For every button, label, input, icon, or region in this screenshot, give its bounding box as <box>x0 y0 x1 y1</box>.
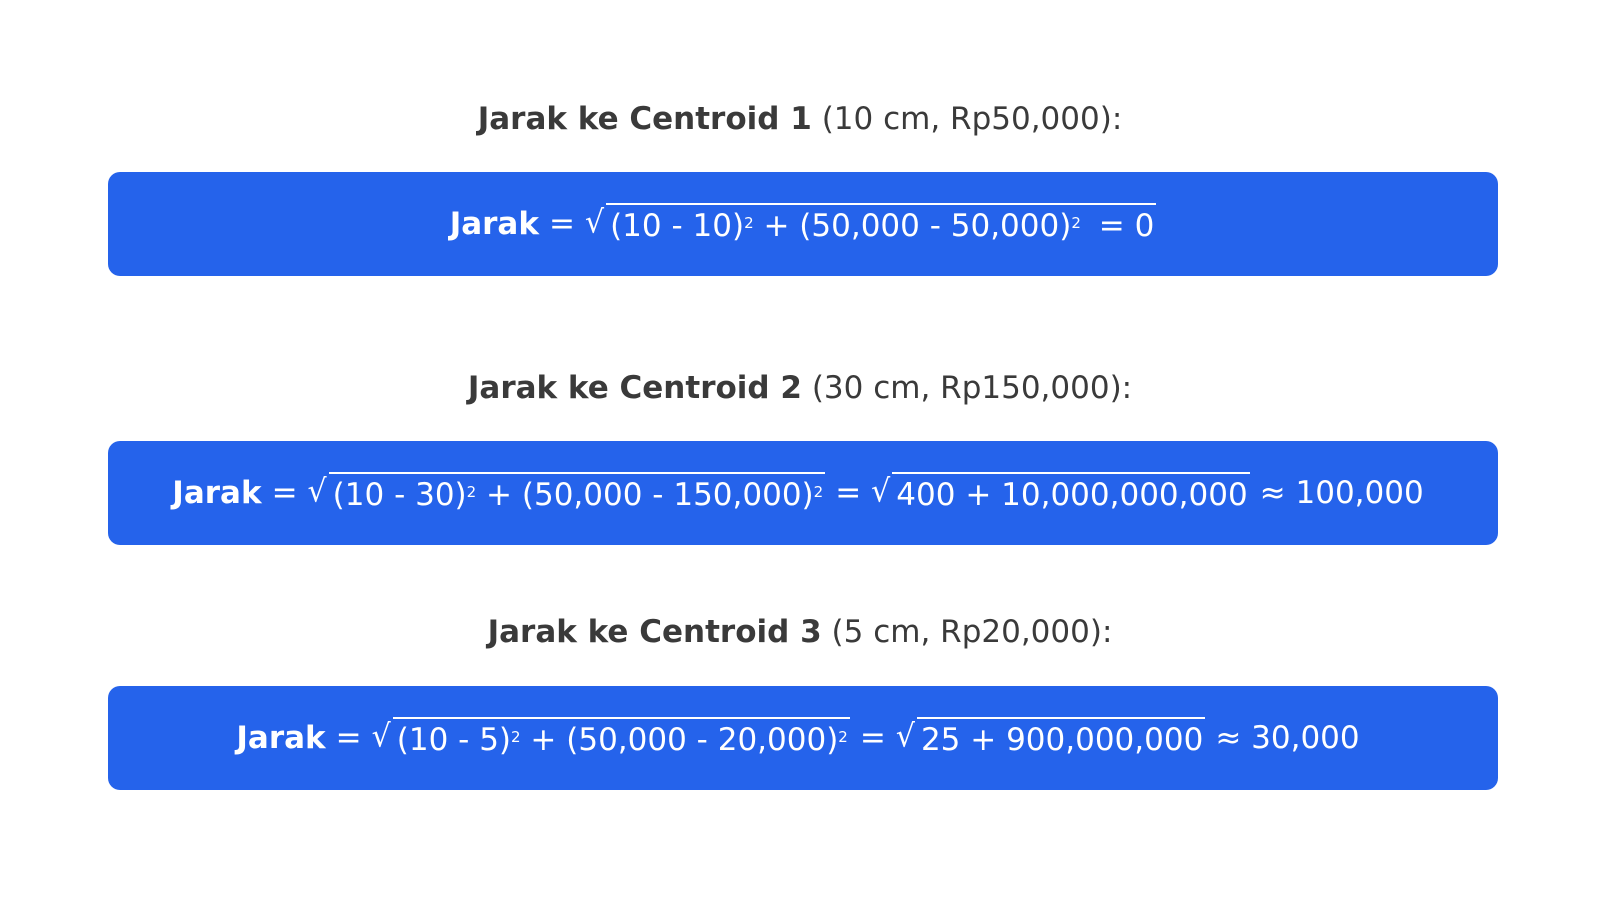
term-b: (50,000 - 150,000) <box>521 477 814 513</box>
centroid-3-heading: Jarak ke Centroid 3 (5 cm, Rp20,000): <box>0 612 1600 652</box>
centroid-2-formula: Jarak = √ (10 - 30)2 + (50,000 - 150,000… <box>172 472 1433 514</box>
centroid-3-heading-coords: (5 cm, Rp20,000): <box>831 614 1113 650</box>
result: = 0 <box>1098 208 1155 244</box>
formula-lhs: Jarak <box>236 720 326 756</box>
square-root: √ (10 - 30)2 + (50,000 - 150,000)2 <box>308 472 826 514</box>
exponent: 2 <box>838 728 848 746</box>
radical-icon: √ <box>307 473 327 510</box>
centroid-3-formula-band: Jarak = √ (10 - 5)2 + (50,000 - 20,000)2… <box>108 686 1498 790</box>
term-a: (10 - 30) <box>332 477 467 513</box>
plus-sign: + <box>753 208 800 244</box>
exponent: 2 <box>466 483 477 501</box>
centroid-3-formula: Jarak = √ (10 - 5)2 + (50,000 - 20,000)2… <box>236 717 1369 759</box>
equals-sign: = <box>271 475 298 511</box>
centroid-2-heading-title: Jarak ke Centroid 2 <box>467 370 802 406</box>
approximate-result: ≈ 100,000 <box>1259 475 1424 511</box>
formula-lhs: Jarak <box>449 206 539 242</box>
formula-lhs: Jarak <box>172 475 262 511</box>
equals-sign: = <box>859 720 886 756</box>
exponent: 2 <box>1071 214 1081 232</box>
radical-icon: √ <box>895 718 915 755</box>
square-root: √ (10 - 10)2 + (50,000 - 50,000)2 = 0 <box>584 203 1157 245</box>
term-b: (50,000 - 20,000) <box>566 722 839 758</box>
exponent: 2 <box>744 214 754 232</box>
centroid-2-heading-coords: (30 cm, Rp150,000): <box>811 370 1133 406</box>
centroid-1-formula-band: Jarak = √ (10 - 10)2 + (50,000 - 50,000)… <box>108 172 1498 276</box>
centroid-1-heading-title: Jarak ke Centroid 1 <box>477 101 812 137</box>
square-root: √ 400 + 10,000,000,000 <box>871 472 1250 514</box>
exponent: 2 <box>511 728 521 746</box>
term-a: (10 - 10) <box>610 208 745 244</box>
centroid-1-heading: Jarak ke Centroid 1 (10 cm, Rp50,000): <box>0 99 1600 139</box>
square-root: √ (10 - 5)2 + (50,000 - 20,000)2 <box>372 717 850 759</box>
equals-sign: = <box>335 720 362 756</box>
radical-icon: √ <box>371 718 391 755</box>
centroid-1-heading-coords: (10 cm, Rp50,000): <box>821 101 1123 137</box>
square-root: √ 25 + 900,000,000 <box>895 717 1206 759</box>
radicand: (10 - 30)2 + (50,000 - 150,000)2 <box>328 472 826 514</box>
centroid-3-heading-title: Jarak ke Centroid 3 <box>487 614 822 650</box>
exponent: 2 <box>813 483 824 501</box>
term-a: (10 - 5) <box>396 722 512 758</box>
plus-sign: + <box>520 722 567 758</box>
centroid-2-heading: Jarak ke Centroid 2 (30 cm, Rp150,000): <box>0 368 1600 408</box>
plus-sign: + <box>476 477 522 513</box>
radicand: (10 - 5)2 + (50,000 - 20,000)2 <box>392 717 850 759</box>
centroid-1-formula: Jarak = √ (10 - 10)2 + (50,000 - 50,000)… <box>450 203 1157 245</box>
equals-sign: = <box>548 206 575 242</box>
radicand: (10 - 10)2 + (50,000 - 50,000)2 = 0 <box>606 203 1157 245</box>
centroid-2-formula-band: Jarak = √ (10 - 30)2 + (50,000 - 150,000… <box>108 441 1498 545</box>
radicand: 25 + 900,000,000 <box>916 717 1206 759</box>
term-b: (50,000 - 50,000) <box>799 208 1072 244</box>
equals-sign: = <box>835 475 862 511</box>
radical-icon: √ <box>871 473 891 510</box>
radicand: 400 + 10,000,000,000 <box>892 472 1250 514</box>
approximate-result: ≈ 30,000 <box>1215 720 1360 756</box>
radical-icon: √ <box>584 204 605 241</box>
